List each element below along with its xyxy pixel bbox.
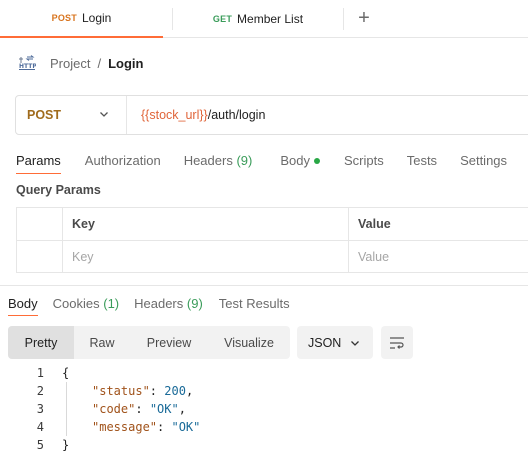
chevron-down-icon — [351, 341, 359, 346]
body-status-dot — [313, 157, 320, 164]
table-header-row: Key Value — [17, 208, 528, 241]
response-tab-headers[interactable]: Headers (9) — [134, 296, 203, 311]
tab-login[interactable]: POST Login — [0, 0, 163, 38]
tab-scripts[interactable]: Scripts — [344, 153, 384, 168]
wrap-lines-button[interactable] — [381, 326, 413, 359]
line-number: 3 — [36, 402, 44, 416]
view-preview-button[interactable]: Preview — [130, 326, 208, 359]
tab-tests[interactable]: Tests — [407, 153, 437, 168]
breadcrumb-current[interactable]: Login — [108, 56, 143, 71]
line-number: 1 — [36, 366, 44, 380]
line-number: 5 — [36, 438, 44, 452]
query-params-title: Query Params — [16, 183, 101, 197]
format-label: JSON — [308, 335, 342, 350]
value-input[interactable]: Value — [349, 241, 528, 273]
breadcrumb: HTTP Project / Login — [18, 52, 143, 74]
view-visualize-button[interactable]: Visualize — [208, 326, 290, 359]
code-text: "message": "OK" — [92, 420, 201, 434]
view-raw-button[interactable]: Raw — [74, 326, 130, 359]
request-tabs: Params Authorization Headers (9) Body Sc… — [16, 148, 507, 174]
method-label: POST — [27, 108, 62, 122]
tab-params[interactable]: Params — [16, 153, 61, 174]
method-dropdown[interactable]: POST — [16, 96, 127, 134]
response-divider[interactable] — [0, 285, 528, 286]
table-row: Key Value — [17, 241, 528, 274]
request-tab-bar: POST Login GET Member List + — [0, 0, 528, 38]
response-tab-test-results[interactable]: Test Results — [219, 296, 290, 311]
response-body-viewer[interactable]: 1 { 2 "status": 200, 3 "code": "OK", 4 "… — [0, 364, 528, 454]
key-input[interactable]: Key — [63, 241, 349, 273]
code-line: 2 "status": 200, — [0, 382, 528, 400]
line-number: 4 — [36, 420, 44, 434]
url-input[interactable]: {{stock_url}}/auth/login — [127, 108, 265, 122]
line-number: 2 — [36, 384, 44, 398]
new-tab-plus-icon[interactable]: + — [354, 6, 374, 32]
view-mode-group: Pretty Raw Preview Visualize — [8, 326, 290, 359]
code-line: 1 { — [0, 364, 528, 382]
format-dropdown[interactable]: JSON — [297, 326, 373, 359]
checkbox-column-header — [17, 208, 63, 240]
cookies-count: (1) — [103, 295, 120, 311]
url-path: /auth/login — [207, 108, 266, 122]
code-line: 4 "message": "OK" — [0, 418, 528, 436]
key-column-header: Key — [63, 208, 349, 240]
response-tab-cookies[interactable]: Cookies (1) — [53, 296, 119, 311]
tab-label: Member List — [237, 12, 304, 26]
code-text: { — [62, 366, 70, 380]
response-tabs: Body Cookies (1) Headers (9) Test Result… — [8, 293, 290, 316]
breadcrumb-project[interactable]: Project — [50, 56, 90, 71]
chevron-down-icon — [100, 112, 108, 117]
tab-method: GET — [212, 14, 233, 24]
code-text: "code": "OK", — [92, 402, 186, 416]
http-request-icon: HTTP — [19, 55, 36, 70]
response-headers-count: (9) — [186, 295, 203, 311]
view-pretty-button[interactable]: Pretty — [8, 326, 74, 359]
query-params-table: Key Value Key Value — [16, 207, 528, 273]
indent-guide — [66, 382, 67, 436]
tab-member-list[interactable]: GET Member List — [172, 8, 344, 30]
url-variable: {{stock_url}} — [141, 108, 208, 122]
url-bar: POST {{stock_url}}/auth/login — [15, 95, 528, 135]
code-text: "status": 200, — [92, 384, 194, 398]
tab-headers[interactable]: Headers (9) — [184, 153, 253, 168]
row-checkbox-cell — [17, 241, 63, 273]
tab-body[interactable]: Body — [280, 153, 320, 168]
breadcrumb-separator: / — [97, 55, 102, 71]
value-column-header: Value — [358, 217, 391, 231]
tab-settings[interactable]: Settings — [460, 153, 507, 168]
wrap-lines-icon — [390, 336, 404, 349]
tab-method: POST — [51, 13, 77, 23]
code-text: } — [62, 438, 70, 452]
tab-authorization[interactable]: Authorization — [85, 153, 161, 168]
response-tab-body[interactable]: Body — [8, 296, 38, 316]
svg-text:HTTP: HTTP — [19, 63, 36, 70]
code-line: 3 "code": "OK", — [0, 400, 528, 418]
headers-count: (9) — [236, 152, 253, 168]
tab-label: Login — [81, 11, 112, 25]
code-line: 5 } — [0, 436, 528, 454]
